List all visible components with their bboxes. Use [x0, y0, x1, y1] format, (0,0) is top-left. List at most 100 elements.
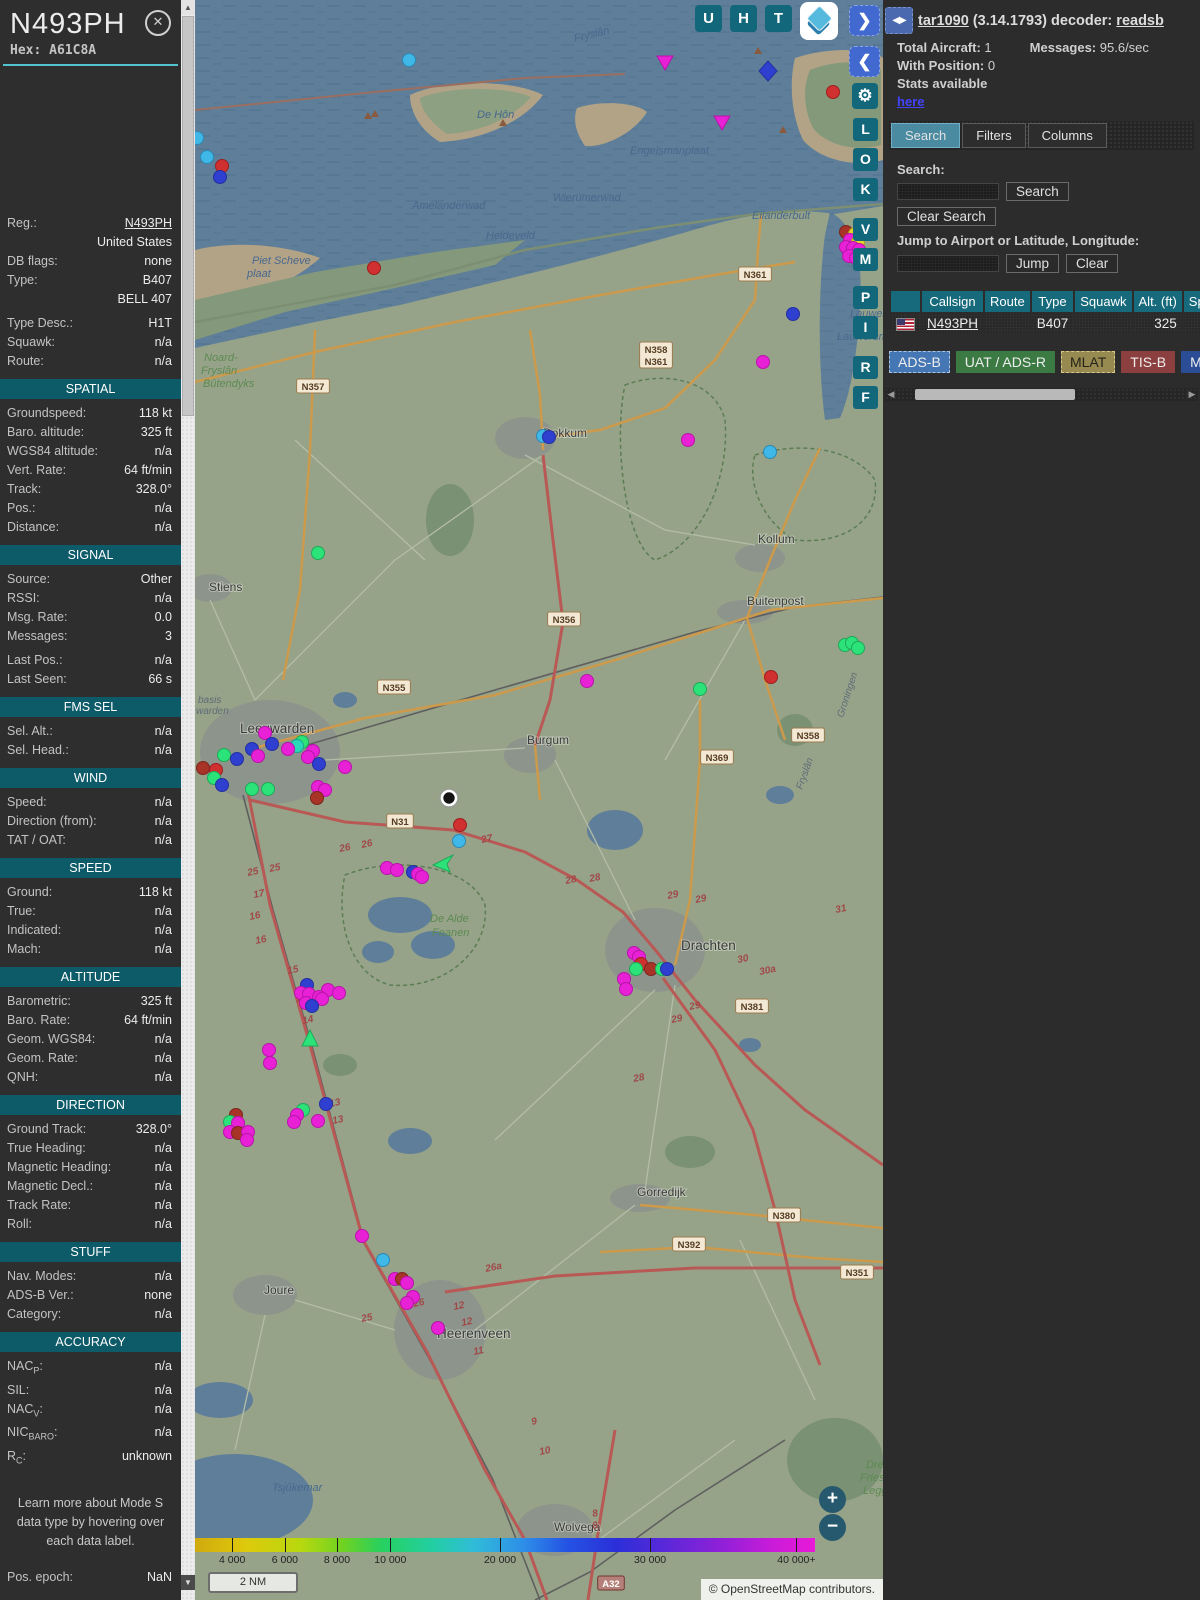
aircraft-dot[interactable]	[213, 170, 227, 184]
aircraft-dot[interactable]	[263, 1056, 277, 1070]
cell-flag[interactable]	[889, 312, 922, 335]
layers-button[interactable]	[800, 2, 838, 40]
column-header-flag[interactable]	[889, 289, 922, 314]
aircraft-dot[interactable]	[851, 641, 865, 655]
clear-search-button[interactable]: Clear Search	[897, 207, 996, 226]
aircraft-dot[interactable]	[681, 433, 695, 447]
tar1090-link[interactable]: tar1090	[918, 13, 969, 29]
aircraft-dot[interactable]	[240, 1133, 254, 1147]
aircraft-dot[interactable]	[215, 778, 229, 792]
selected-aircraft-marker[interactable]	[439, 788, 459, 808]
map-button-t[interactable]: T	[765, 5, 792, 32]
aircraft-dot[interactable]	[310, 791, 324, 805]
tab-filters[interactable]: Filters	[962, 123, 1026, 148]
column-header-Squawk[interactable]: Squawk	[1073, 289, 1134, 314]
map-viewport[interactable]: Dokkum Kollum Buitenpost Stiens Leeuwarden Bu…	[195, 0, 883, 1600]
column-header-Route[interactable]: Route	[983, 289, 1032, 314]
aircraft-dot[interactable]	[629, 962, 643, 976]
aircraft-dot[interactable]	[764, 670, 778, 684]
aircraft-dot[interactable]	[400, 1276, 414, 1290]
aircraft-dot[interactable]	[311, 546, 325, 560]
aircraft-dot[interactable]	[245, 782, 259, 796]
aircraft-dot[interactable]	[261, 782, 275, 796]
table-row[interactable]: N493PH B407 325	[889, 312, 1200, 335]
aircraft-dot[interactable]	[311, 1114, 325, 1128]
cell-spd[interactable]	[1181, 312, 1200, 335]
jump-input[interactable]	[897, 255, 999, 272]
aircraft-dot[interactable]	[287, 1115, 301, 1129]
tab-search[interactable]: Search	[891, 123, 961, 148]
hscroll-thumb[interactable]	[915, 389, 1075, 400]
aircraft-dot[interactable]	[580, 674, 594, 688]
readsb-link[interactable]: readsb	[1116, 13, 1164, 29]
aircraft-dot[interactable]	[195, 131, 204, 145]
aircraft-dot[interactable]	[542, 430, 556, 444]
map-button-h[interactable]: H	[730, 5, 757, 32]
scroll-right-icon[interactable]: ▶	[1186, 388, 1198, 401]
scroll-up-icon[interactable]: ▲	[181, 0, 195, 15]
zoom-out-button[interactable]: −	[819, 1514, 846, 1541]
aircraft-dot[interactable]	[281, 742, 295, 756]
table-horizontal-scrollbar[interactable]: ◀ ▶	[885, 388, 1198, 401]
filter-tisb[interactable]: TIS-B	[1121, 351, 1176, 373]
close-icon[interactable]: ✕	[145, 10, 171, 36]
aircraft-dot[interactable]	[390, 863, 404, 877]
aircraft-dot[interactable]	[305, 999, 319, 1013]
aircraft-dot[interactable]	[230, 752, 244, 766]
aircraft-dot[interactable]	[786, 307, 800, 321]
filter-uat[interactable]: UAT / ADS-R	[955, 351, 1055, 373]
aircraft-dot[interactable]	[452, 834, 466, 848]
zoom-in-button[interactable]: +	[819, 1486, 846, 1513]
aircraft-dot[interactable]	[319, 1097, 333, 1111]
aircraft-dot[interactable]	[367, 261, 381, 275]
aircraft-dot[interactable]	[262, 1043, 276, 1057]
column-header-Type[interactable]: Type	[1029, 289, 1076, 314]
map-button-r[interactable]: R	[853, 356, 878, 379]
column-header-Callsign[interactable]: Callsign	[919, 289, 986, 314]
aircraft-dot[interactable]	[826, 85, 840, 99]
aircraft-dot[interactable]	[402, 53, 416, 67]
scroll-left-icon[interactable]: ◀	[885, 388, 897, 401]
aircraft-dot[interactable]	[200, 150, 214, 164]
cell-alt[interactable]: 325	[1131, 312, 1184, 335]
cell-route[interactable]	[983, 312, 1032, 335]
map-button-p[interactable]: P	[853, 286, 878, 309]
cell-type[interactable]: B407	[1029, 312, 1076, 335]
map-button-l[interactable]: L	[853, 118, 878, 141]
map-button-i[interactable]: I	[853, 316, 878, 339]
aircraft-dot[interactable]	[338, 760, 352, 774]
aircraft-dot[interactable]	[415, 870, 429, 884]
filter-adsb[interactable]: ADS-B	[889, 351, 950, 373]
aircraft-dot[interactable]	[400, 1296, 414, 1310]
sidebar-scrollbar[interactable]: ▲ ▼	[181, 0, 195, 1600]
selected-aircraft-icon[interactable]	[440, 789, 458, 807]
map-button-o[interactable]: O	[853, 148, 878, 171]
aircraft-dot[interactable]	[355, 1229, 369, 1243]
column-header-Spd.[interactable]: Spd.	[1181, 289, 1200, 314]
panel-collapse-left-icon[interactable]: ❮	[849, 46, 880, 77]
aircraft-dot[interactable]	[332, 986, 346, 1000]
aircraft-dot[interactable]	[217, 748, 231, 762]
map-button-u[interactable]: U	[695, 5, 722, 32]
scroll-down-icon[interactable]: ▼	[181, 1575, 195, 1590]
aircraft-dot[interactable]	[376, 1253, 390, 1267]
map-button-f[interactable]: F	[853, 386, 878, 409]
aircraft-dot[interactable]	[763, 445, 777, 459]
aircraft-dot[interactable]	[312, 757, 326, 771]
aircraft-dot[interactable]	[453, 818, 467, 832]
jump-clear-button[interactable]: Clear	[1066, 254, 1119, 273]
swap-panel-icon[interactable]: ◀▶	[885, 7, 913, 34]
aircraft-dot[interactable]	[251, 749, 265, 763]
cell-callsign[interactable]: N493PH	[919, 312, 986, 335]
aircraft-dot[interactable]	[431, 1321, 445, 1335]
jump-button[interactable]: Jump	[1006, 254, 1060, 273]
cell-squawk[interactable]	[1073, 312, 1134, 335]
filter-mlat[interactable]: MLAT	[1060, 351, 1116, 373]
aircraft-dot[interactable]	[693, 682, 707, 696]
map-button-k[interactable]: K	[853, 178, 878, 201]
aircraft-dot[interactable]	[756, 355, 770, 369]
column-header-Alt. (ft)[interactable]: Alt. (ft)	[1131, 289, 1184, 314]
aircraft-dot[interactable]	[265, 737, 279, 751]
gear-icon[interactable]: ⚙	[852, 83, 878, 109]
filter-modes[interactable]: Mode-S	[1181, 351, 1200, 373]
